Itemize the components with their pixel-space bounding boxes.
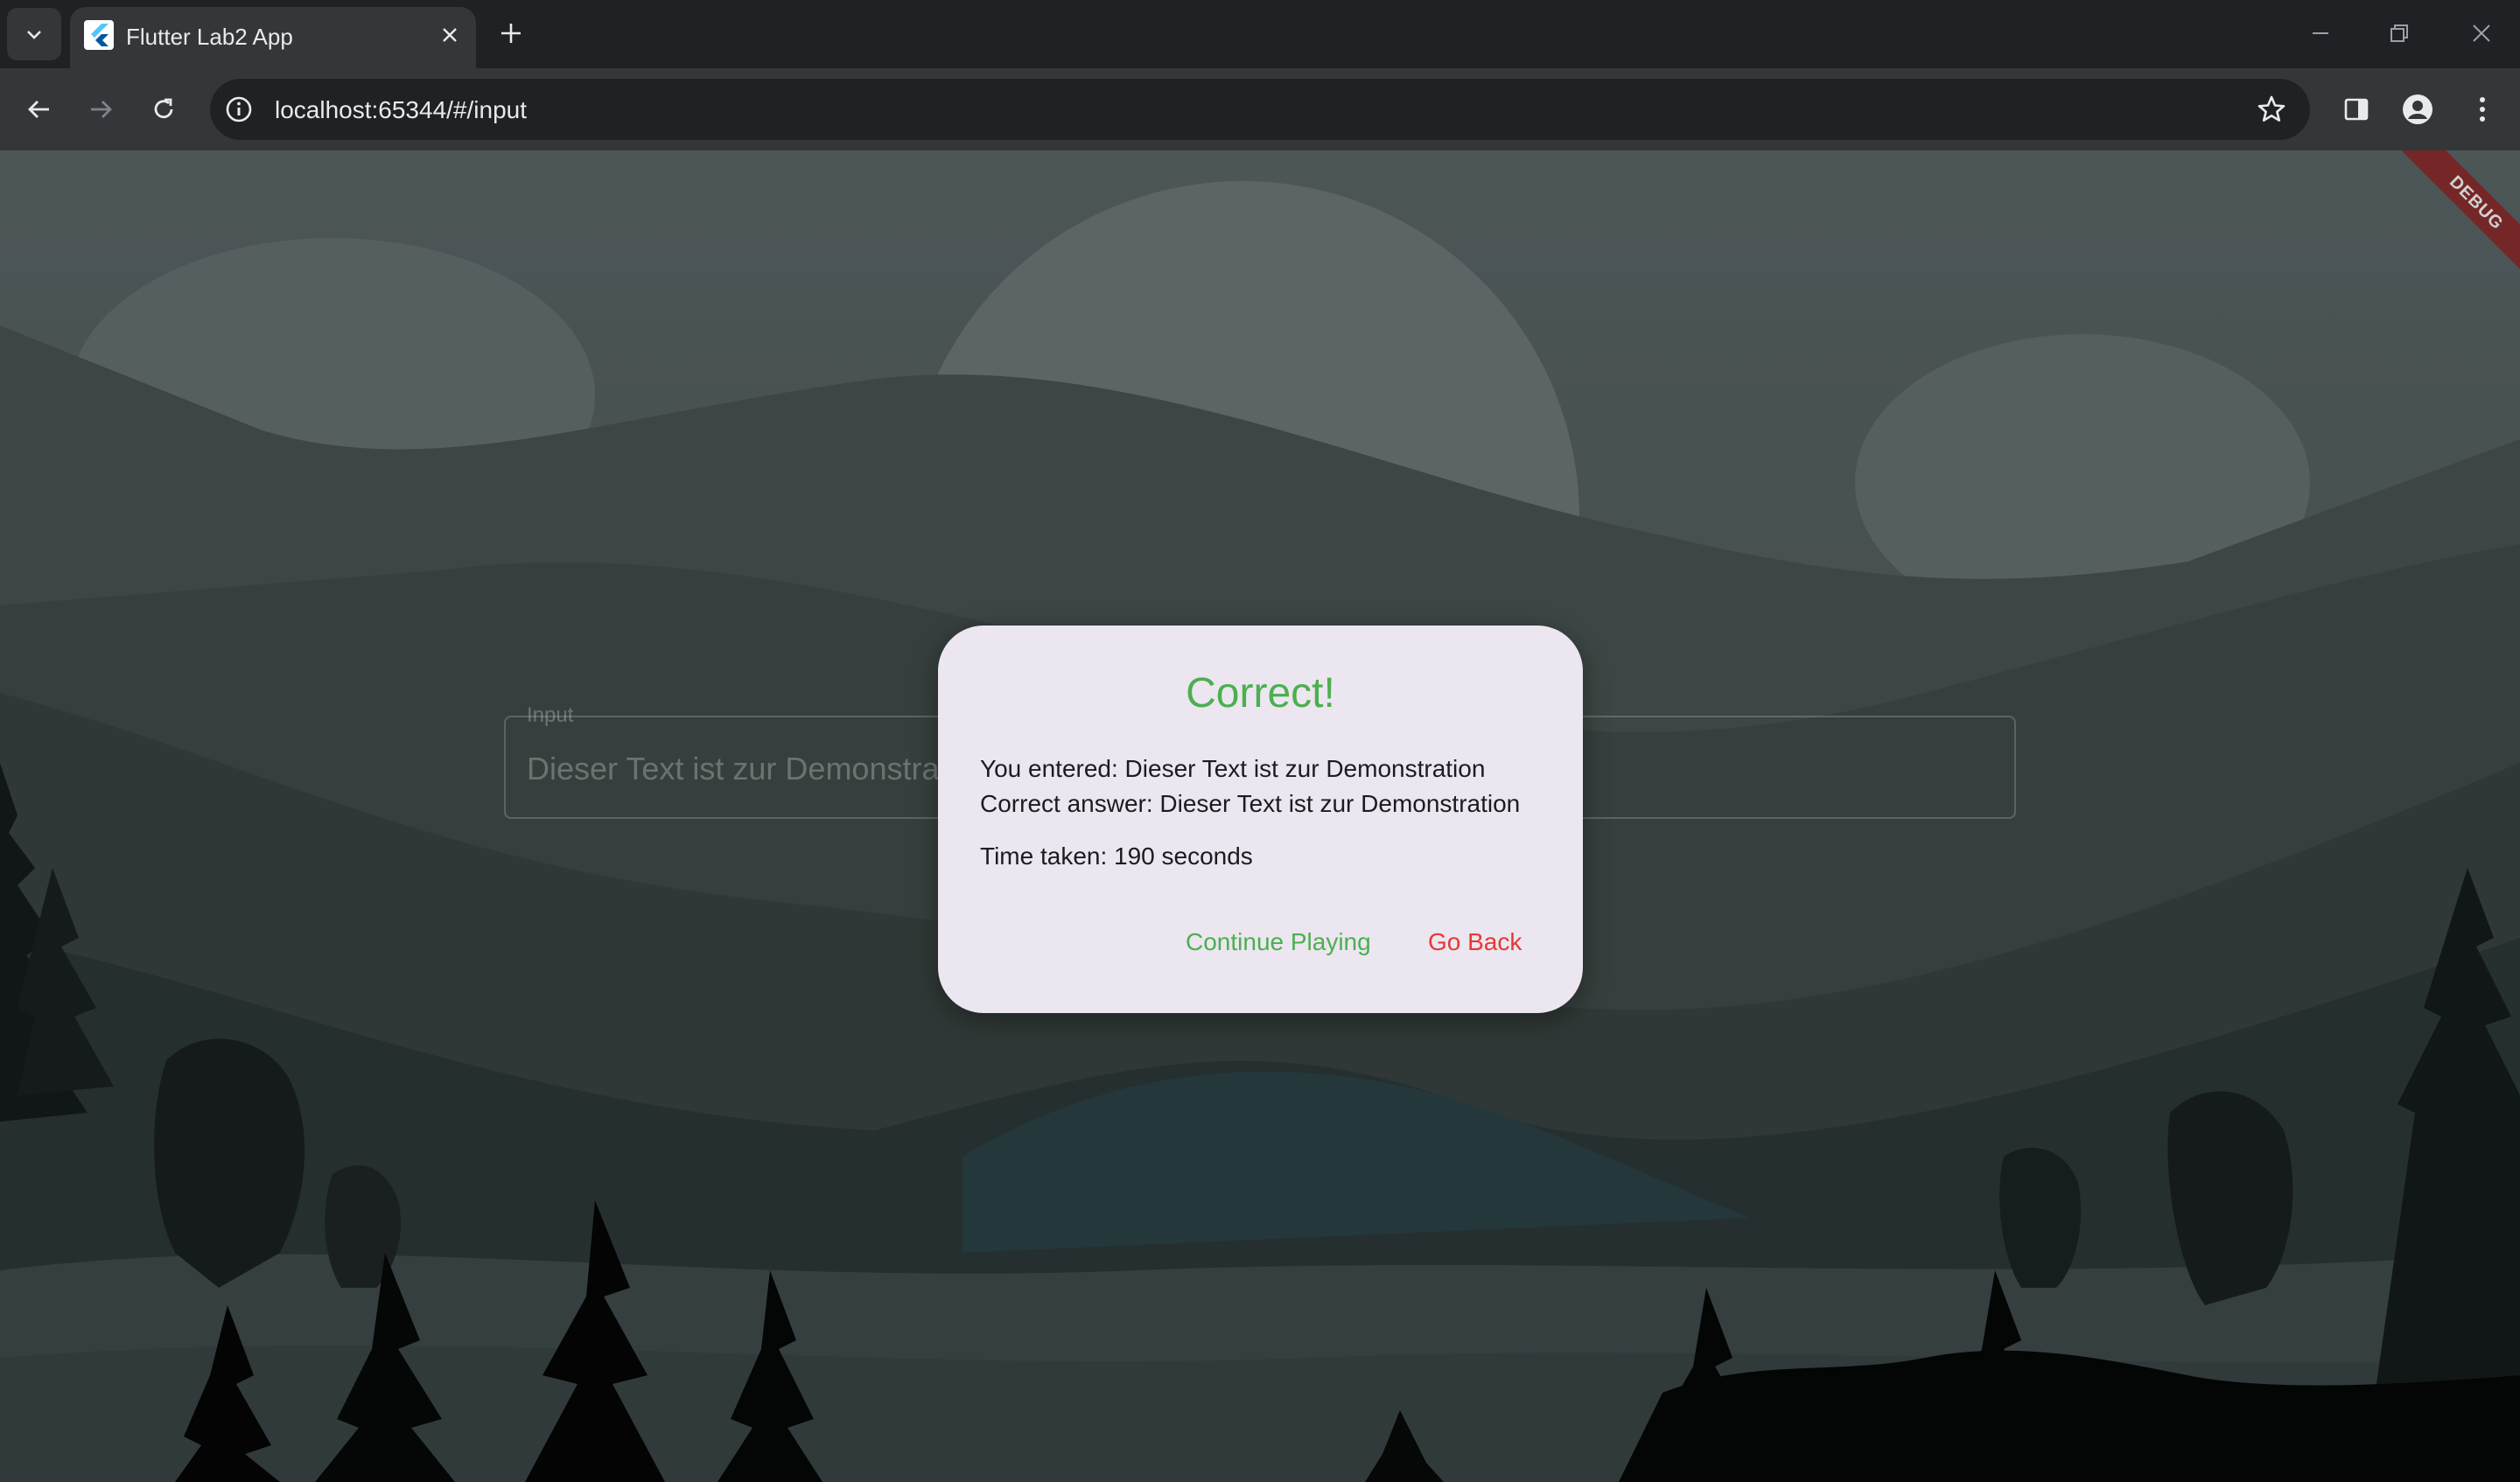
result-dialog: Correct! You entered: Dieser Text ist zu… — [938, 626, 1583, 1013]
url-text: localhost:65344/#/input — [275, 96, 527, 123]
browser-toolbar: localhost:65344/#/input — [0, 68, 2520, 150]
continue-playing-button[interactable]: Continue Playing — [1186, 928, 1371, 956]
reload-icon — [154, 98, 173, 119]
tab-close-button[interactable] — [436, 21, 464, 49]
browser-tab[interactable]: Flutter Lab2 App — [70, 7, 476, 68]
info-icon — [226, 96, 252, 122]
site-info-button[interactable] — [222, 93, 256, 126]
arrow-left-icon — [28, 101, 49, 118]
side-panel-button[interactable] — [2334, 87, 2378, 131]
tab-search-button[interactable] — [7, 8, 61, 60]
reload-button[interactable] — [142, 87, 186, 131]
tab-title: Flutter Lab2 App — [126, 24, 293, 50]
star-icon — [2258, 95, 2286, 122]
side-panel-icon — [2344, 98, 2369, 121]
minimize-button[interactable] — [2294, 12, 2347, 54]
chevron-down-icon — [27, 31, 41, 39]
profile-button[interactable] — [2396, 87, 2440, 131]
time-taken-line: Time taken: 190 seconds — [980, 842, 1253, 870]
profile-icon — [2403, 94, 2432, 124]
dialog-title: Correct! — [1186, 670, 1335, 717]
restore-button[interactable] — [2373, 12, 2426, 54]
entered-text-line: You entered: Dieser Text ist zur Demonst… — [980, 755, 1486, 782]
go-back-button[interactable]: Go Back — [1428, 928, 1522, 956]
flutter-logo-icon — [84, 20, 114, 50]
more-vertical-icon — [2480, 97, 2485, 122]
plus-icon — [501, 24, 521, 43]
forward-button[interactable] — [79, 87, 122, 131]
close-icon — [443, 28, 457, 42]
tab-strip: Flutter Lab2 App — [0, 0, 2520, 68]
correct-answer-line: Correct answer: Dieser Text ist zur Demo… — [980, 790, 1521, 817]
window-close-button[interactable] — [2455, 12, 2508, 54]
app-viewport: DEBUG Input Dieser Text ist zur Demonstr… — [0, 150, 2520, 1482]
address-bar[interactable]: localhost:65344/#/input — [210, 79, 2310, 140]
bookmark-button[interactable] — [2254, 92, 2289, 127]
menu-button[interactable] — [2460, 87, 2504, 131]
restore-icon — [2390, 24, 2408, 42]
arrow-right-icon — [91, 101, 112, 118]
minimize-icon — [2313, 32, 2328, 34]
close-icon — [2473, 24, 2490, 42]
new-tab-button[interactable] — [495, 17, 527, 49]
back-button[interactable] — [18, 87, 61, 131]
